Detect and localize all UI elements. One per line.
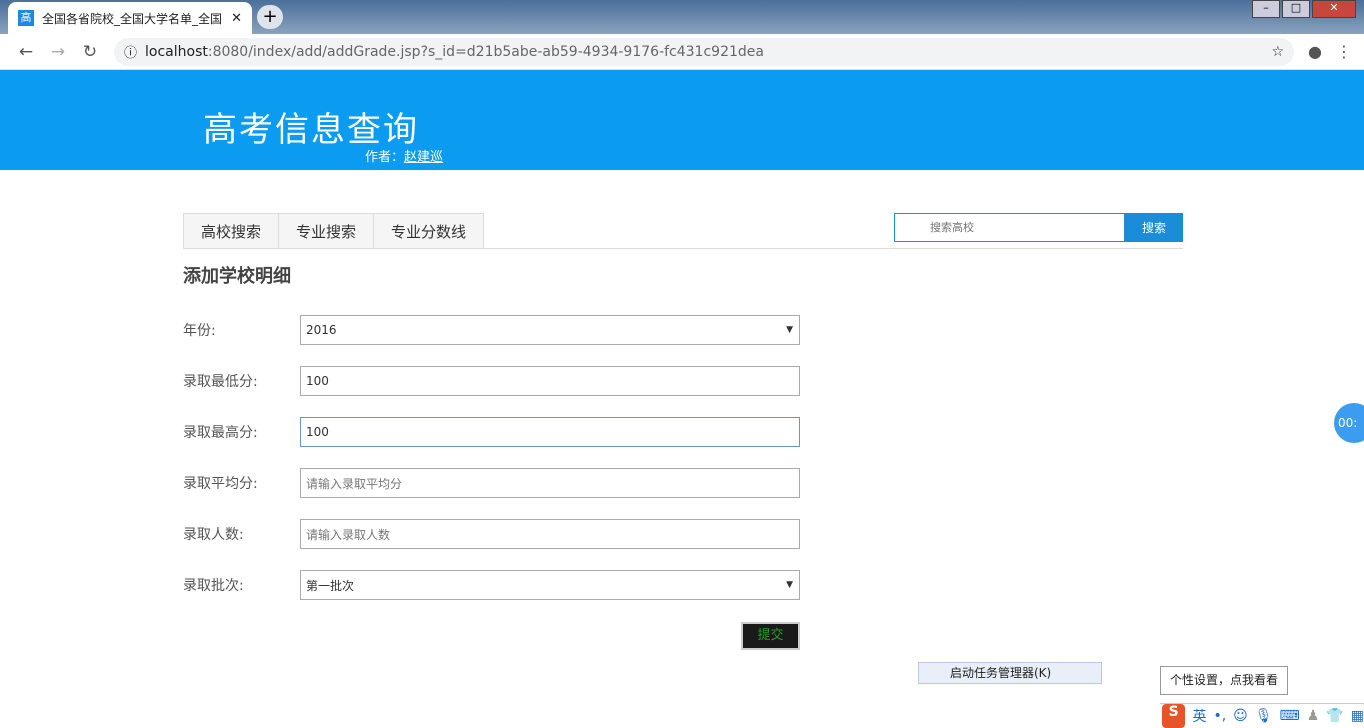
tab-major-search[interactable]: 专业搜索	[278, 213, 375, 249]
reload-icon[interactable]: ↻	[74, 42, 106, 62]
address-bar: ← → ↻ ⓘ localhost:8080/index/add/addGrad…	[0, 34, 1364, 70]
author-link[interactable]: 赵建巡	[404, 150, 443, 165]
close-tab-icon[interactable]: ✕	[231, 11, 242, 26]
ime-toolbar: S 英 •, ☺ 🎙 ⌨ ♟ 👕 ▦	[1160, 703, 1364, 728]
batch-select[interactable]: 第一批次 ▼	[300, 570, 800, 600]
nav-tabs: 高校搜索 专业搜索 专业分数线	[183, 213, 485, 249]
search-button[interactable]: 搜索	[1125, 213, 1183, 242]
emoji-icon[interactable]: ☺	[1233, 708, 1248, 724]
keyboard-icon[interactable]: ⌨	[1280, 708, 1300, 724]
ime-mode[interactable]: 英	[1192, 706, 1206, 726]
new-tab-button[interactable]: +	[257, 5, 283, 29]
field-label: 录取最高分:	[183, 425, 258, 441]
grid-icon[interactable]: ▦	[1351, 708, 1364, 724]
url-path: :8080/index/add/addGrade.jsp?s_id=d21b5a…	[207, 43, 764, 60]
max-score-input[interactable]: 100	[300, 417, 800, 447]
divider	[183, 248, 1183, 249]
year-row: 年份: 2016 ▼	[183, 315, 800, 345]
bookmark-star-icon[interactable]: ☆	[1271, 44, 1284, 60]
submit-button[interactable]: 提交	[741, 622, 800, 650]
author-label: 作者：	[365, 150, 405, 165]
year-select[interactable]: 2016 ▼	[300, 315, 800, 345]
browser-tab[interactable]: 高 全国各省院校_全国大学名单_全国 ✕	[8, 2, 252, 34]
admit-count-input[interactable]: 请输入录取人数	[300, 519, 800, 549]
microphone-icon[interactable]: 🎙	[1255, 708, 1273, 724]
form-title: 添加学校明细	[183, 266, 291, 287]
search-box: 搜索	[894, 213, 1183, 242]
floating-timer[interactable]: 00:	[1334, 403, 1364, 443]
tab-school-search[interactable]: 高校搜索	[183, 213, 280, 249]
dropdown-arrow-icon: ▼	[786, 325, 793, 335]
avg-score-input[interactable]: 请输入录取平均分	[300, 468, 800, 498]
ime-tooltip: 个性设置，点我看看	[1160, 666, 1288, 695]
browser-tabbar: 高 全国各省院校_全国大学名单_全国 ✕ + – □ ✕	[0, 0, 1364, 34]
min-score-row: 录取最低分: 100	[183, 366, 800, 396]
admit-count-row: 录取人数: 请输入录取人数	[183, 519, 800, 549]
site-title: 高考信息查询	[203, 110, 419, 150]
select-value: 2016	[306, 323, 337, 337]
url-input[interactable]: ⓘ localhost:8080/index/add/addGrade.jsp?…	[114, 37, 1294, 66]
author: 作者：赵建巡	[365, 146, 443, 165]
punctuation-icon[interactable]: •,	[1213, 708, 1226, 724]
menu-icon[interactable]: ⋮	[1336, 42, 1352, 61]
avg-score-row: 录取平均分: 请输入录取平均分	[183, 468, 800, 498]
field-label: 录取人数:	[183, 527, 244, 543]
min-score-input[interactable]: 100	[300, 366, 800, 396]
forward-icon[interactable]: →	[42, 42, 74, 62]
dropdown-arrow-icon: ▼	[786, 580, 793, 590]
field-label: 录取最低分:	[183, 374, 258, 390]
field-label: 年份:	[183, 323, 216, 339]
search-input[interactable]	[894, 213, 1125, 242]
task-manager-menu-item[interactable]: 启动任务管理器(K)	[918, 662, 1102, 684]
back-icon[interactable]: ←	[10, 42, 42, 62]
profile-icon[interactable]: ●	[1308, 42, 1322, 61]
max-score-row: 录取最高分: 100	[183, 417, 800, 447]
tab-major-scores[interactable]: 专业分数线	[373, 213, 485, 249]
favicon-icon: 高	[18, 10, 34, 26]
site-header: 高考信息查询 作者：赵建巡	[0, 70, 1364, 170]
sogou-logo-icon[interactable]: S	[1162, 704, 1186, 728]
batch-row: 录取批次: 第一批次 ▼	[183, 570, 800, 600]
tab-title: 全国各省院校_全国大学名单_全国	[42, 11, 223, 26]
info-icon: ⓘ	[124, 46, 138, 61]
field-label: 录取批次:	[183, 578, 244, 594]
select-value: 第一批次	[306, 578, 355, 593]
skin-icon[interactable]: 👕	[1326, 708, 1343, 724]
maximize-button[interactable]: □	[1282, 0, 1310, 18]
field-label: 录取平均分:	[183, 476, 258, 492]
minimize-button[interactable]: –	[1252, 0, 1280, 18]
url-host: localhost	[145, 43, 208, 60]
user-icon[interactable]: ♟	[1307, 708, 1320, 724]
window-close-button[interactable]: ✕	[1312, 0, 1356, 18]
